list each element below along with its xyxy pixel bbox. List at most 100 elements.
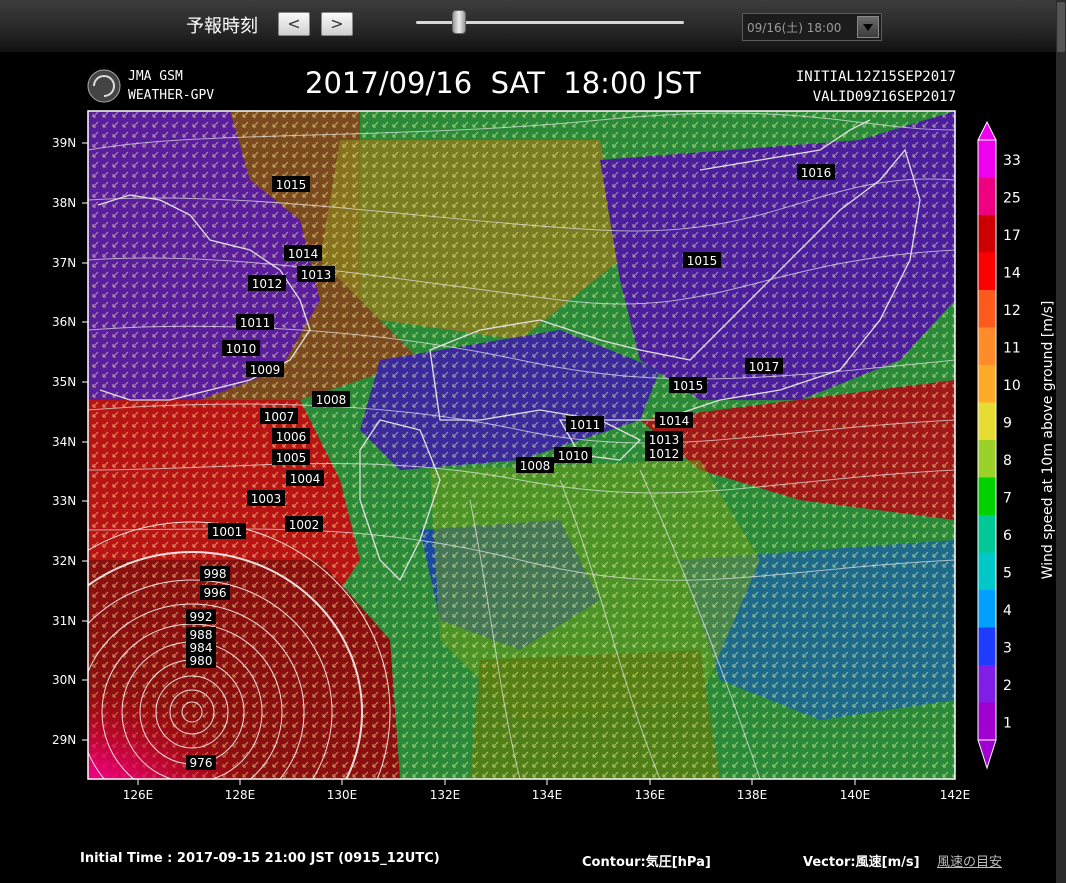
isobar-label: 1017 <box>745 358 783 374</box>
footer-contour: Contour:気圧[hPa] <box>582 855 711 870</box>
lat-tick-label: 33N <box>52 494 76 508</box>
svg-text:1008: 1008 <box>316 393 347 407</box>
isobar-label: 1015 <box>683 252 721 268</box>
svg-text:1015: 1015 <box>687 254 718 268</box>
lat-tick-label: 34N <box>52 435 76 449</box>
svg-text:976: 976 <box>190 756 213 770</box>
legend-level-label: 2 <box>1003 678 1012 694</box>
lon-tick-label: 142E <box>940 788 971 802</box>
svg-text:998: 998 <box>204 567 227 581</box>
legend-top-arrow <box>977 120 997 141</box>
svg-text:1015: 1015 <box>276 178 307 192</box>
isobar-label: 1014 <box>284 245 322 261</box>
isobar-label: 1015 <box>669 377 707 393</box>
svg-text:1007: 1007 <box>264 410 295 424</box>
lat-tick-label: 38N <box>52 196 76 210</box>
isobar-label: 976 <box>186 755 216 770</box>
isobar-label: 1011 <box>236 314 274 330</box>
legend-level-label: 12 <box>1003 303 1021 319</box>
legend-band <box>978 665 996 703</box>
svg-text:1010: 1010 <box>558 449 589 463</box>
lon-tick-label: 128E <box>225 788 256 802</box>
svg-text:980: 980 <box>190 654 213 668</box>
legend-level-label: 9 <box>1003 416 1012 432</box>
svg-text:1003: 1003 <box>251 492 282 506</box>
isobar-label: 988 <box>186 627 216 642</box>
footer-vector: Vector:風速[m/s] <box>803 855 920 870</box>
isobar-label: 1013 <box>645 431 683 447</box>
isobar-label: 1005 <box>272 449 310 465</box>
legend-band <box>978 215 996 253</box>
svg-text:996: 996 <box>204 586 227 600</box>
legend-level-label: 11 <box>1003 341 1021 357</box>
lat-tick-label: 39N <box>52 136 76 150</box>
lon-tick-label: 130E <box>327 788 358 802</box>
svg-text:1014: 1014 <box>288 247 319 261</box>
isobar-label: 1002 <box>285 516 323 532</box>
isobar-label: 1010 <box>222 340 260 356</box>
latitude-axis: 39N 38N 37N 36N 35N 34N 33N 32N 31N 30N … <box>52 136 88 747</box>
legend-band <box>978 327 996 366</box>
lon-tick-label: 136E <box>635 788 666 802</box>
legend-level-label: 5 <box>1003 566 1012 582</box>
isobar-label: 998 <box>200 566 230 581</box>
initial-time-code: INITIAL12Z15SEP2017 <box>796 69 956 85</box>
legend-level-label: 8 <box>1003 453 1012 469</box>
longitude-axis: 126E 128E 130E 132E 134E 136E 138E 140E … <box>123 779 971 802</box>
isobar-label: 1003 <box>247 490 285 506</box>
logo-line2: WEATHER-GPV <box>128 88 214 103</box>
legend-band <box>978 627 996 666</box>
svg-text:1012: 1012 <box>649 447 680 461</box>
legend-bottom-arrow <box>977 739 997 770</box>
lat-tick-label: 29N <box>52 733 76 747</box>
svg-text:1017: 1017 <box>749 360 780 374</box>
isobar-label: 1013 <box>297 266 335 282</box>
lon-tick-label: 126E <box>123 788 154 802</box>
isobar-label: 1008 <box>516 457 554 473</box>
wind-speed-guide-link[interactable]: 風速の目安 <box>937 851 1002 870</box>
isobar-label: 1010 <box>554 447 592 463</box>
svg-text:1006: 1006 <box>276 430 307 444</box>
svg-text:1013: 1013 <box>649 433 680 447</box>
svg-text:1005: 1005 <box>276 451 307 465</box>
isobar-label: 1008 <box>312 391 350 407</box>
legend-band <box>978 402 996 441</box>
legend-level-label: 6 <box>1003 528 1012 544</box>
legend-level-label: 14 <box>1003 266 1021 282</box>
isobar-label: 1015 <box>272 176 310 192</box>
isobar-label: 1016 <box>797 164 835 180</box>
scrollbar-thumb[interactable] <box>1057 2 1065 52</box>
svg-text:1002: 1002 <box>289 518 320 532</box>
legend-level-label: 1 <box>1003 716 1012 732</box>
legend-level-label: 17 <box>1003 228 1021 244</box>
page-scrollbar[interactable] <box>1056 0 1066 883</box>
legend-band <box>978 552 996 591</box>
legend-band <box>978 365 996 403</box>
isobar-label: 1012 <box>248 275 286 291</box>
svg-text:1004: 1004 <box>290 472 321 486</box>
lon-tick-label: 138E <box>737 788 768 802</box>
lat-tick-label: 35N <box>52 375 76 389</box>
svg-text:1011: 1011 <box>240 316 271 330</box>
isobar-label: 984 <box>186 640 216 655</box>
lat-tick-label: 30N <box>52 673 76 687</box>
svg-text:1016: 1016 <box>801 166 832 180</box>
isobar-label: 1004 <box>286 470 324 486</box>
weather-map: JMA GSM WEATHER-GPV 2017/09/16 SAT 18:00… <box>52 66 1056 802</box>
isobar-label: 1009 <box>246 361 284 377</box>
svg-text:1009: 1009 <box>250 363 281 377</box>
legend-band <box>978 290 996 328</box>
legend-title: Wind speed at 10m above ground [m/s] <box>1040 301 1056 580</box>
isobar-label: 1007 <box>260 408 298 424</box>
legend-band <box>978 140 996 178</box>
svg-text:1015: 1015 <box>673 379 704 393</box>
svg-text:984: 984 <box>190 641 213 655</box>
legend-level-label: 25 <box>1003 191 1021 207</box>
legend-band <box>978 702 996 741</box>
svg-text:1011: 1011 <box>570 418 601 432</box>
isobar-label: 1011 <box>566 416 604 432</box>
isobar-label: 996 <box>200 585 230 600</box>
footer-initial-time: Initial Time : 2017-09-15 21:00 JST (091… <box>80 851 440 866</box>
svg-text:992: 992 <box>190 610 213 624</box>
legend-band <box>978 515 996 553</box>
